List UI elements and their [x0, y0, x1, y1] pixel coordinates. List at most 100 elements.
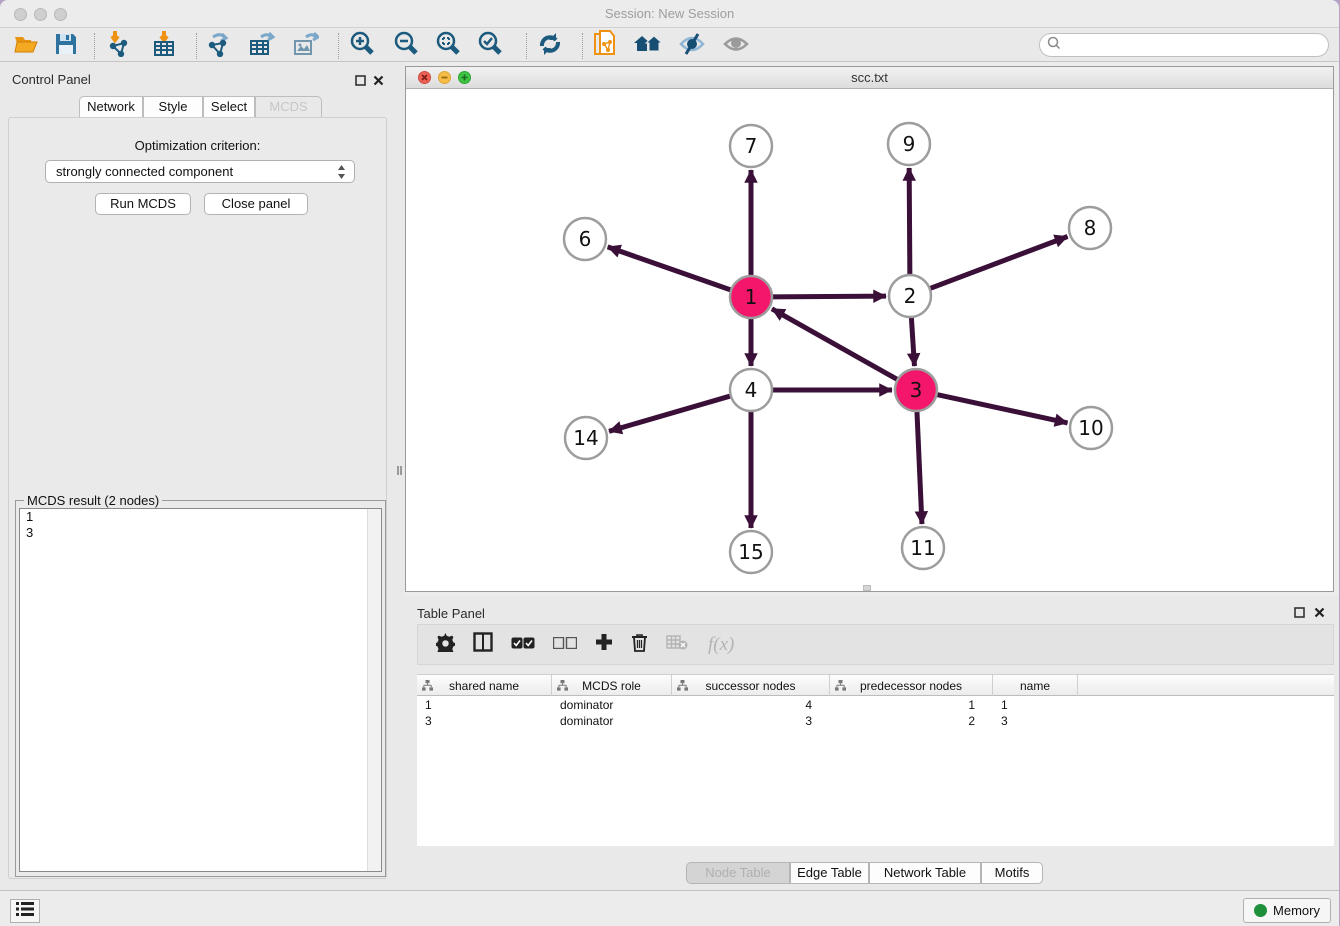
search-box: [1039, 33, 1329, 57]
houses-button[interactable]: [630, 31, 666, 61]
memory-label: Memory: [1273, 903, 1320, 918]
column-header-label: successor nodes: [705, 679, 795, 693]
vertical-splitter[interactable]: [395, 62, 405, 890]
gear-icon: [436, 633, 455, 657]
run-mcds-button[interactable]: Run MCDS: [95, 193, 191, 215]
memory-button[interactable]: Memory: [1243, 898, 1331, 923]
checked-boxes-icon: [511, 636, 535, 654]
network-graph: 7968124314101511: [406, 89, 1333, 591]
column-header-MCDS-role[interactable]: MCDS role: [552, 675, 672, 696]
zoom-out-button[interactable]: [388, 31, 424, 61]
column-header-label: predecessor nodes: [860, 679, 962, 693]
search-input[interactable]: [1061, 36, 1328, 54]
delete-table-button[interactable]: [666, 634, 688, 655]
table-cell[interactable]: 3: [417, 713, 552, 729]
graph-node-label-8: 8: [1084, 216, 1097, 240]
graph-edge-1-2[interactable]: [770, 296, 886, 297]
close-table-panel-icon[interactable]: [1314, 605, 1326, 617]
zoom-in-icon: [349, 31, 375, 62]
control-tab-mcds[interactable]: MCDS: [255, 96, 322, 118]
table-tab-edge-table[interactable]: Edge Table: [790, 862, 869, 884]
table-cell[interactable]: 1: [830, 697, 993, 713]
refresh-layout-button[interactable]: [532, 31, 568, 61]
table-cell[interactable]: 1: [417, 697, 552, 713]
delete-table-icon: [666, 634, 688, 655]
graph-edge-1-6[interactable]: [608, 247, 733, 291]
add-column-button[interactable]: [595, 633, 613, 656]
graph-edge-3-11[interactable]: [917, 409, 922, 524]
column-header-predecessor-nodes[interactable]: predecessor nodes: [830, 675, 993, 696]
deselect-all-columns-button[interactable]: [553, 636, 577, 654]
float-table-panel-icon[interactable]: [1294, 605, 1306, 617]
zoom-selected-button[interactable]: [472, 31, 508, 61]
delete-column-button[interactable]: [631, 633, 648, 657]
table-cell[interactable]: dominator: [552, 713, 672, 729]
graph-edge-2-8[interactable]: [928, 236, 1068, 289]
table-tab-network-table[interactable]: Network Table: [869, 862, 981, 884]
mcds-result-box: MCDS result (2 nodes) 13: [15, 500, 386, 877]
unchecked-boxes-icon: [553, 636, 577, 654]
zoom-in-button[interactable]: [344, 31, 380, 61]
save-session-button[interactable]: [48, 31, 84, 61]
graph-node-label-1: 1: [745, 285, 758, 309]
panel-switcher-button[interactable]: [10, 899, 40, 923]
graph-node-label-7: 7: [745, 134, 758, 158]
graph-edge-4-14[interactable]: [609, 395, 733, 431]
graph-edge-2-3[interactable]: [911, 315, 914, 366]
function-builder-button[interactable]: f(x): [708, 634, 734, 656]
graph-edge-3-1[interactable]: [772, 309, 900, 381]
table-settings-button[interactable]: [436, 633, 455, 657]
graph-edge-3-10[interactable]: [935, 394, 1068, 423]
column-header-name[interactable]: name: [993, 675, 1078, 696]
table-tab-node-table[interactable]: Node Table: [686, 862, 790, 884]
horizontal-splitter-grip[interactable]: [863, 585, 871, 591]
select-all-columns-button[interactable]: [511, 636, 535, 654]
column-header-successor-nodes[interactable]: successor nodes: [672, 675, 830, 696]
table-tab-motifs[interactable]: Motifs: [981, 862, 1043, 884]
control-tab-network[interactable]: Network: [79, 96, 143, 118]
columns-icon: [473, 632, 493, 657]
zoom-selected-icon: [477, 31, 503, 62]
clone-network-button[interactable]: [588, 31, 624, 61]
export-network-button[interactable]: [202, 31, 238, 61]
status-bar: Memory: [0, 890, 1339, 926]
table-cell[interactable]: dominator: [552, 697, 672, 713]
control-tab-select[interactable]: Select: [203, 96, 255, 118]
column-panel-button[interactable]: [473, 632, 493, 657]
export-table-button[interactable]: [244, 31, 280, 61]
column-header-label: shared name: [449, 679, 519, 693]
graph-node-label-4: 4: [745, 378, 758, 402]
export-image-button[interactable]: [288, 31, 324, 61]
close-panel-button[interactable]: Close panel: [204, 193, 308, 215]
table-cell[interactable]: 4: [672, 697, 830, 713]
table-header: shared name MCDS role successor nodes prede…: [417, 675, 1334, 696]
criterion-dropdown[interactable]: strongly connected component: [45, 160, 355, 183]
table-row[interactable]: 1dominator411: [417, 697, 1334, 713]
float-panel-icon[interactable]: [355, 73, 367, 85]
import-network-button[interactable]: [102, 31, 138, 61]
scrollbar[interactable]: [367, 509, 381, 871]
memory-status-icon: [1254, 904, 1267, 917]
hide-eye-button[interactable]: [674, 31, 710, 61]
zoom-fit-button[interactable]: [430, 31, 466, 61]
graph-node-label-14: 14: [573, 426, 598, 450]
table-cell[interactable]: 3: [672, 713, 830, 729]
import-table-icon: [152, 31, 176, 62]
control-panel-title: Control Panel: [12, 72, 91, 87]
column-header-shared-name[interactable]: shared name: [417, 675, 552, 696]
control-panel-tabs: NetworkStyleSelectMCDS: [0, 96, 395, 118]
table-cell[interactable]: 3: [993, 713, 1078, 729]
close-panel-icon[interactable]: [373, 73, 385, 85]
table-cell[interactable]: 2: [830, 713, 993, 729]
export-network-icon: [207, 31, 233, 62]
hide-eye-icon: [678, 32, 706, 61]
toolbar-separator: [526, 33, 527, 59]
table-cell[interactable]: 1: [993, 697, 1078, 713]
eye-button[interactable]: [718, 31, 754, 61]
control-tab-style[interactable]: Style: [143, 96, 203, 118]
open-session-button[interactable]: [8, 31, 44, 61]
network-canvas[interactable]: 7968124314101511: [406, 89, 1333, 591]
graph-edge-2-9[interactable]: [909, 168, 910, 277]
import-table-button[interactable]: [146, 31, 182, 61]
table-row[interactable]: 3dominator323: [417, 713, 1334, 729]
